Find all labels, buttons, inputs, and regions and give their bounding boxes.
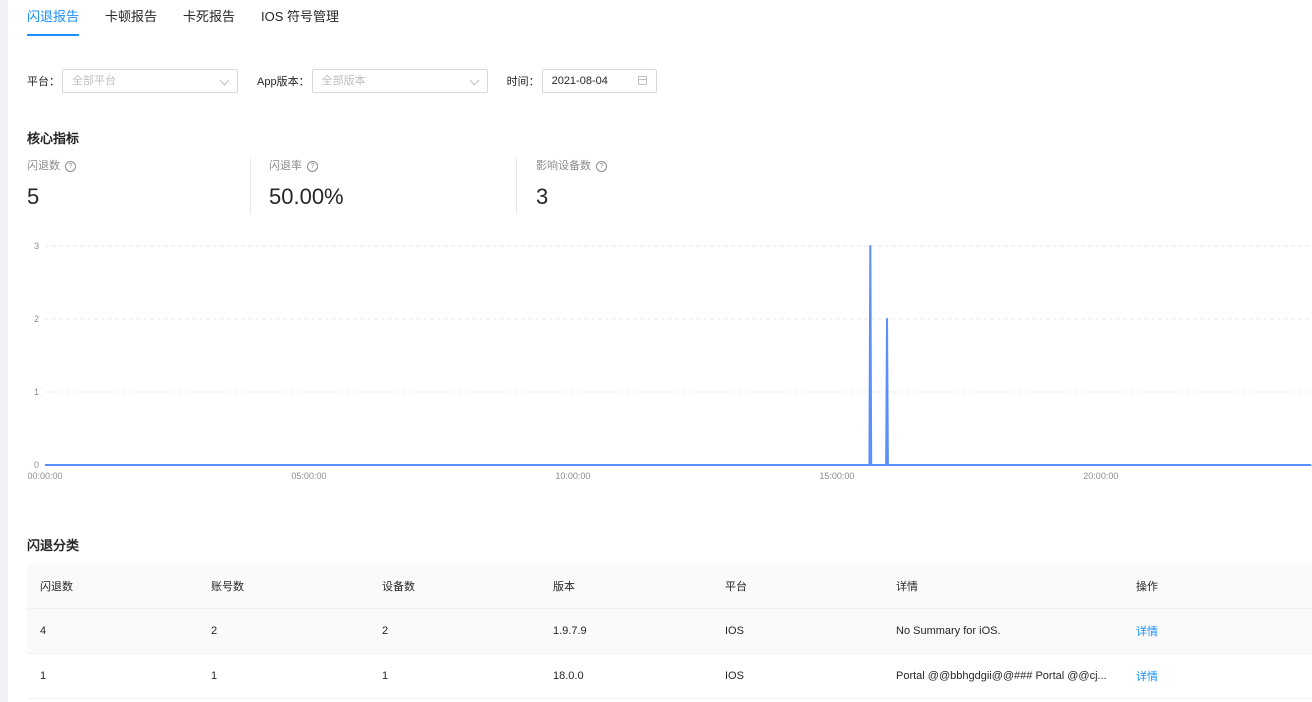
date-label: 时间： [506,76,540,88]
tab-freeze-report[interactable]: 卡死报告 [183,0,235,36]
table-row: 1 1 1 18.0.0 IOS Portal @@bbhgdgii@@### … [27,654,1312,699]
cell-action: 详情 [1123,623,1312,639]
metric-value: 5 [27,184,40,209]
y-tick-label: 1 [34,387,39,397]
tab-crash-report[interactable]: 闪退报告 [27,0,80,36]
metric-affected-devices: 影响设备数? 3 [536,158,607,214]
x-tick-label: 00:00:00 [27,471,62,481]
y-tick-label: 0 [34,460,39,470]
cell-platform: IOS [725,670,744,682]
column-header: 详情 [896,581,918,593]
core-metrics-title: 核心指标 [27,131,80,146]
report-tabs: 闪退报告 卡顿报告 卡死报告 IOS 符号管理 [27,0,365,36]
cell-platform: IOS [725,625,744,637]
filter-bar: 平台： 全部平台 App版本： 全部版本 时间： 2021-08-04 [27,68,657,94]
crash-report-panel: 闪退报告 卡顿报告 卡死报告 IOS 符号管理 平台： 全部平台 App版本： … [8,0,1312,702]
version-select[interactable]: 全部版本 [311,69,488,93]
metric-crash-rate: 闪退率? 50.00% [269,158,344,214]
help-icon[interactable]: ? [596,160,607,172]
x-tick-label: 20:00:00 [1083,471,1118,481]
cell-crashes: 4 [40,625,47,637]
column-header: 版本 [553,581,575,593]
cell-accounts: 2 [211,625,218,637]
help-icon[interactable]: ? [307,160,318,172]
column-header: 平台 [725,581,747,593]
chevron-down-icon [469,75,480,86]
column-header: 账号数 [211,581,244,593]
metric-crash-count: 闪退数? 5 [27,158,76,214]
platform-label: 平台： [27,76,60,88]
cell-version: 18.0.0 [553,670,584,682]
platform-select[interactable]: 全部平台 [62,69,238,93]
x-tick-label: 10:00:00 [555,471,590,481]
detail-link[interactable]: 详情 [1136,671,1158,683]
cell-devices: 1 [382,670,389,682]
metric-label: 闪退数 [27,160,60,172]
cell-detail: No Summary for iOS. [896,625,1001,637]
metric-value: 50.00% [269,184,344,209]
cell-detail: Portal @@bbhgdgii@@### Portal @@cj... [896,670,1107,682]
series-line [45,245,1312,466]
platform-placeholder: 全部平台 [72,75,116,87]
cell-version: 1.9.7.9 [553,625,587,637]
crash-classify-table: 闪退数 账号数 设备数 版本 平台 详情 操作 4 2 2 1.9.7.9 IO… [27,564,1312,699]
crash-trend-chart: 0 1 2 3 00:00:00 05:00:00 10:00:00 15:00:00 20:0… [27,241,1312,481]
cell-crashes: 1 [40,670,47,682]
metric-divider [516,158,517,214]
date-value: 2021-08-04 [551,75,608,87]
x-tick-label: 15:00:00 [819,471,854,481]
table-row: 4 2 2 1.9.7.9 IOS No Summary for iOS. 详情 [27,609,1312,654]
date-picker[interactable]: 2021-08-04 [541,69,657,93]
cell-accounts: 1 [211,670,218,682]
metric-label: 影响设备数 [536,160,591,172]
column-header: 设备数 [382,581,415,593]
x-tick-label: 05:00:00 [291,471,326,481]
help-icon[interactable]: ? [65,160,76,172]
cell-action: 详情 [1123,668,1312,684]
metric-divider [250,158,251,214]
cell-devices: 2 [382,625,389,637]
table-header: 闪退数 账号数 设备数 版本 平台 详情 操作 [27,564,1312,609]
metric-label: 闪退率 [269,160,302,172]
version-placeholder: 全部版本 [321,75,366,87]
tab-ios-symbols[interactable]: IOS 符号管理 [261,0,339,36]
calendar-icon [637,76,647,85]
tab-lag-report[interactable]: 卡顿报告 [105,0,157,36]
crash-classify-title: 闪退分类 [27,538,80,553]
detail-link[interactable]: 详情 [1136,626,1158,638]
column-header: 操作 [1136,581,1158,593]
y-tick-label: 3 [34,241,39,251]
metric-value: 3 [536,184,549,209]
chevron-down-icon [219,75,230,86]
y-tick-label: 2 [34,314,39,324]
version-label: App版本： [257,76,310,88]
column-header: 闪退数 [40,581,73,593]
